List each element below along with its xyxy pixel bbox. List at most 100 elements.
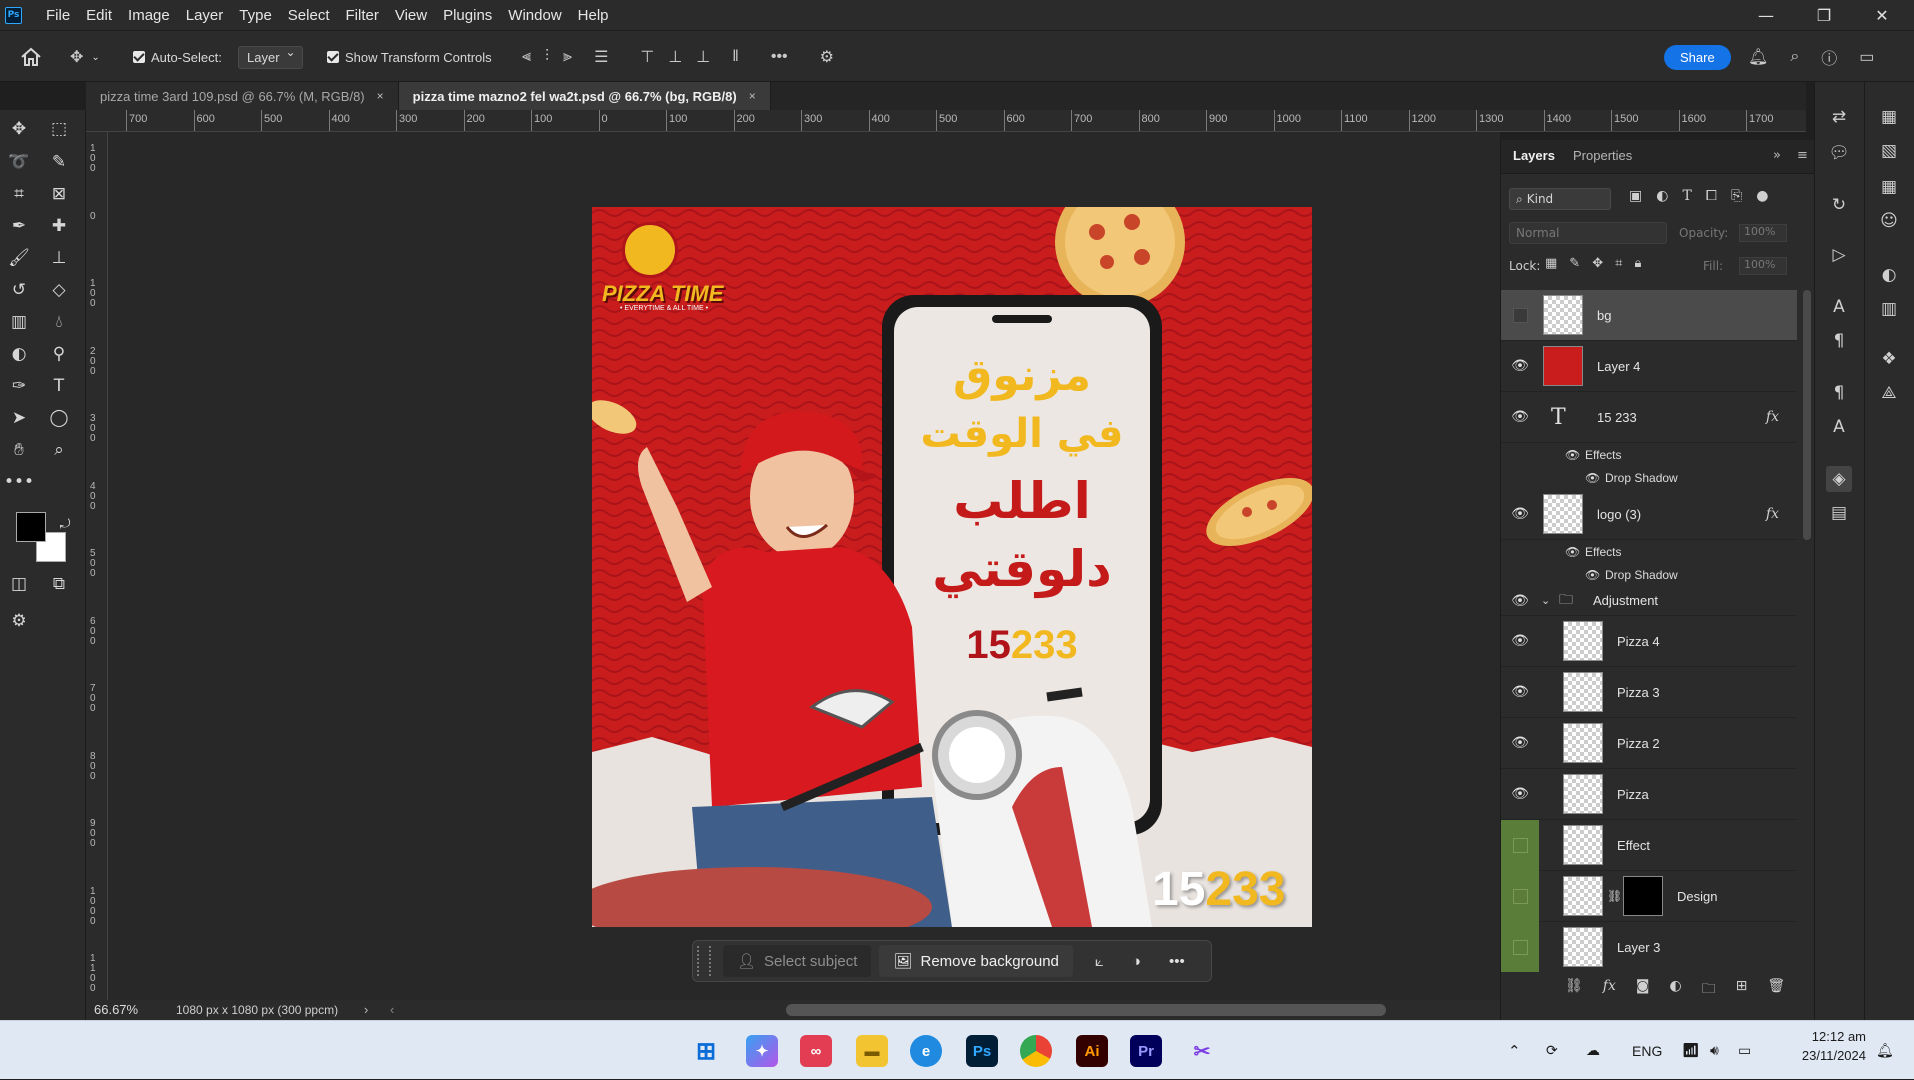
snipping-tool-icon[interactable]: ✂	[1186, 1035, 1218, 1067]
filter-toggle-icon[interactable]: ●	[1756, 188, 1768, 204]
healing-brush-icon[interactable]: ✚	[44, 212, 74, 240]
eye-icon[interactable]: 👁︎	[1509, 406, 1531, 428]
visibility-toggle[interactable]	[1513, 307, 1528, 323]
horizontal-scrollbar[interactable]	[786, 1004, 1386, 1016]
collapse-icon[interactable]: »	[1773, 148, 1781, 163]
patterns-icon[interactable]: ▦	[1876, 174, 1902, 200]
menu-file[interactable]: File	[38, 7, 78, 24]
close-icon[interactable]: ×	[377, 89, 384, 103]
comments-icon[interactable]: 💬︎	[1826, 140, 1852, 166]
home-icon[interactable]	[20, 31, 42, 83]
align-bottom-icon[interactable]: ⊥	[696, 47, 710, 67]
type-tool-icon[interactable]: T	[44, 372, 74, 400]
drag-handle[interactable]	[697, 946, 711, 976]
battery-icon[interactable]: ▭	[1738, 1021, 1751, 1080]
wifi-icon[interactable]: 📶︎	[1682, 1021, 1700, 1080]
shapes-icon[interactable]: ❖	[1876, 346, 1902, 372]
properties-icon[interactable]: ▥	[1876, 296, 1902, 322]
layer-name[interactable]: Layer 3	[1617, 940, 1660, 955]
swatches-icon[interactable]: ▧	[1876, 138, 1902, 164]
layer-row-pizza-4[interactable]: 👁︎ Pizza 4	[1501, 616, 1797, 667]
photoshop-taskbar-icon[interactable]: Ps	[966, 1035, 998, 1067]
link-layers-icon[interactable]: ⛓︎	[1565, 978, 1583, 1002]
lock-all-icon[interactable]: 🔒︎	[1634, 256, 1641, 271]
marquee-tool-icon[interactable]: ⬚	[44, 115, 74, 143]
path-select-icon[interactable]: ➤	[4, 404, 34, 432]
move-tool-icon[interactable]: ✥ ⌄	[70, 31, 100, 83]
eye-icon[interactable]: 👁︎	[1565, 448, 1580, 462]
align-center-icon[interactable]: ⫶	[545, 48, 549, 66]
history-icon[interactable]: ↻	[1826, 192, 1852, 218]
character-styles-icon[interactable]: A	[1826, 414, 1852, 440]
panel-menu-icon[interactable]: ≡	[1797, 148, 1808, 163]
color-icon[interactable]: ▦	[1876, 104, 1902, 130]
gradients-icon[interactable]: ☺	[1876, 208, 1902, 234]
brush-tool-icon[interactable]: 🖌︎	[4, 244, 34, 272]
premiere-icon[interactable]: Pr	[1130, 1035, 1162, 1067]
eye-icon[interactable]: 👁︎	[1585, 568, 1600, 582]
adjustment-icon[interactable]: ◑	[1132, 953, 1141, 970]
help-icon[interactable]: ⓘ	[1821, 45, 1837, 69]
stamp-tool-icon[interactable]: ⊥	[44, 244, 74, 272]
smart-object-filter-icon[interactable]: ⎘	[1731, 188, 1742, 204]
tab-pizza-time-mazno2[interactable]: pizza time mazno2 fel wa2t.psd @ 66.7% (…	[398, 82, 771, 110]
menu-plugins[interactable]: Plugins	[435, 7, 500, 24]
layer-name[interactable]: logo (3)	[1597, 507, 1641, 522]
new-adjustment-icon[interactable]: ◐	[1669, 978, 1681, 1002]
menu-view[interactable]: View	[387, 7, 435, 24]
layers-icon[interactable]: ◈	[1826, 466, 1852, 492]
move-tool-icon[interactable]: ✥	[4, 115, 34, 143]
chevron-down-icon[interactable]: ⌄	[1541, 594, 1550, 607]
actions-icon[interactable]: ▷	[1826, 242, 1852, 268]
pen-tool-icon[interactable]: ✑	[4, 372, 34, 400]
fx-icon[interactable]: fx	[1766, 409, 1779, 425]
align-left-icon[interactable]: ⫷	[522, 48, 531, 66]
menu-help[interactable]: Help	[570, 7, 617, 24]
shape-filter-icon[interactable]: ⧠	[1706, 188, 1717, 204]
windows-start-icon[interactable]: ⊞	[690, 1035, 722, 1067]
workspace-icon[interactable]: ▭	[1859, 47, 1874, 67]
fx-icon[interactable]: fx	[1766, 506, 1779, 522]
menu-edit[interactable]: Edit	[78, 7, 120, 24]
auto-select-checkbox[interactable]: Auto-Select:	[133, 31, 222, 83]
layer-name[interactable]: Pizza	[1617, 787, 1649, 802]
lasso-tool-icon[interactable]: ➰	[4, 148, 34, 176]
eye-icon[interactable]: 👁︎	[1509, 732, 1531, 754]
layer-row-15-233[interactable]: 👁︎ T 15 233 fx	[1501, 392, 1797, 443]
dodge-tool-icon[interactable]: ◐	[4, 340, 34, 368]
show-transform-checkbox[interactable]: Show Transform Controls	[327, 31, 492, 83]
lock-transparency-icon[interactable]: ▦	[1545, 256, 1557, 271]
layer-name[interactable]: Design	[1677, 889, 1717, 904]
quick-mask-icon[interactable]: ◫	[4, 570, 34, 598]
distribute-icon[interactable]: ☰	[594, 47, 608, 67]
align-middle-icon[interactable]: ⊥	[668, 47, 682, 67]
creative-cloud-icon[interactable]: ∞	[800, 1035, 832, 1067]
layer-row-pizza-2[interactable]: 👁︎ Pizza 2	[1501, 718, 1797, 769]
gradient-tool-icon[interactable]: ▥	[4, 308, 34, 336]
remove-background-button[interactable]: 🖼︎ Remove background	[879, 945, 1073, 977]
chrome-icon[interactable]	[1020, 1035, 1052, 1067]
eye-icon[interactable]: 👁︎	[1585, 471, 1600, 485]
menu-layer[interactable]: Layer	[178, 7, 232, 24]
new-layer-icon[interactable]: ⊞	[1736, 978, 1748, 1002]
tab-properties[interactable]: Properties	[1573, 148, 1632, 163]
restore-button[interactable]: ❐	[1794, 0, 1854, 30]
sync-icon[interactable]: ⟳	[1546, 1021, 1558, 1080]
lock-pixels-icon[interactable]: ✎	[1569, 256, 1580, 271]
more-options-icon[interactable]: •••	[771, 48, 788, 66]
fx-icon[interactable]: fx	[1603, 978, 1616, 1002]
layer-name[interactable]: bg	[1597, 308, 1611, 323]
copilot-icon[interactable]: ✦	[746, 1035, 778, 1067]
network-off-icon[interactable]: ☁	[1586, 1021, 1600, 1080]
filter-kind-dropdown[interactable]: ⌕ Kind	[1509, 188, 1611, 210]
eye-icon[interactable]: 👁︎	[1509, 681, 1531, 703]
zoom-tool-icon[interactable]: ⌕	[44, 436, 74, 464]
eye-icon[interactable]: 👁︎	[1509, 355, 1531, 377]
layer-name[interactable]: Pizza 2	[1617, 736, 1660, 751]
sponge-tool-icon[interactable]: ⚲	[44, 340, 74, 368]
menu-filter[interactable]: Filter	[338, 7, 387, 24]
quick-select-icon[interactable]: ✎	[44, 148, 74, 176]
hand-tool-icon[interactable]: ✋︎	[4, 436, 34, 464]
trash-icon[interactable]: 🗑︎	[1767, 978, 1785, 1002]
show-transform-check-icon[interactable]	[327, 51, 339, 63]
